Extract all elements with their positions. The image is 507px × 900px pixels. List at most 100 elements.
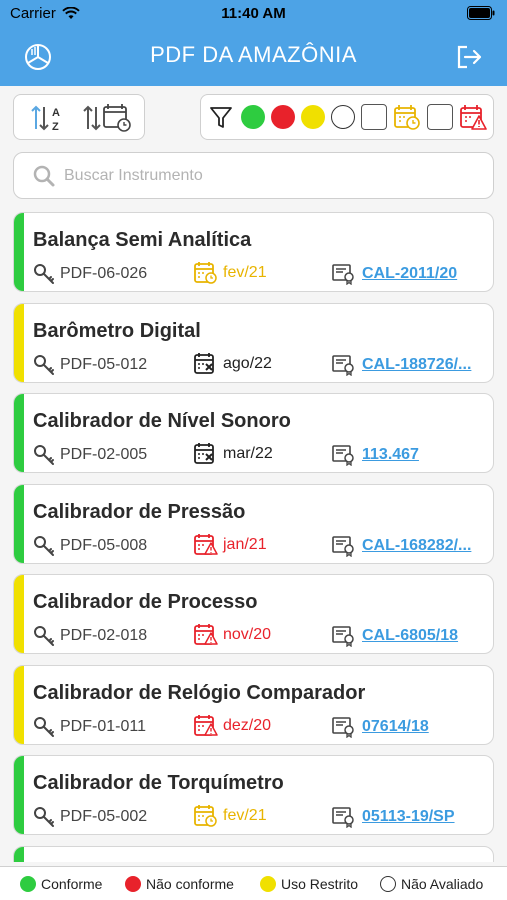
calendar-alert-icon[interactable] <box>459 103 487 131</box>
filter-empty-square-2[interactable] <box>427 104 453 130</box>
certificate-label[interactable]: 113.467 <box>362 446 419 464</box>
certificate-label[interactable]: CAL-2011/20 <box>362 265 457 283</box>
date-label: jan/21 <box>223 535 267 553</box>
code-label: PDF-06-026 <box>60 265 148 282</box>
legend-label: Uso Restrito <box>281 876 359 892</box>
filter-yellow-dot[interactable] <box>301 105 325 129</box>
code-label: PDF-05-012 <box>60 355 148 373</box>
key-icon <box>33 806 55 828</box>
instrument-card[interactable]: Calibrador de Nível Sonoro PDF-02-005 mar/… <box>13 393 494 473</box>
code-label: PDF-05-008 <box>60 536 148 554</box>
certificate-label[interactable]: CAL-188726/... <box>362 356 471 374</box>
legend-item-nao-conforme: Não conforme <box>125 875 234 893</box>
certificate-label[interactable]: CAL-168282/... <box>362 537 471 555</box>
legend-dot <box>125 876 141 892</box>
certificate-link[interactable]: CAL-188726/... <box>332 354 471 376</box>
filter-empty-square[interactable] <box>361 104 387 130</box>
calibration-date: nov/20 <box>194 623 271 647</box>
calendar-clock-icon[interactable] <box>393 103 421 131</box>
status-time: 11:40 AM <box>221 5 286 22</box>
instrument-code: PDF-02-005 <box>33 444 147 466</box>
date-label: fev/21 <box>223 807 267 824</box>
instrument-card[interactable]: Calibrador de Relógio Comparador PDF-01-0… <box>13 664 494 745</box>
search-icon <box>33 165 55 187</box>
certificate-link[interactable]: CAL-6805/18 <box>332 625 458 647</box>
key-icon <box>33 716 55 738</box>
legend-item-nao-avaliado: Não Avaliado <box>380 875 483 893</box>
search-input[interactable] <box>64 161 474 191</box>
key-icon <box>33 535 55 557</box>
certificate-icon <box>332 625 356 647</box>
instrument-name: Calibrador de Torquímetro <box>33 772 284 794</box>
calendar-icon <box>194 533 218 557</box>
instrument-card[interactable]: Calibrador de Pressão PDF-05-008 jan/21 CAL… <box>13 483 494 564</box>
certificate-icon <box>332 263 356 285</box>
instrument-card[interactable]: Barômetro Digital PDF-05-012 ago/22 CAL-188… <box>13 302 494 383</box>
instrument-list: Balança Semi Analítica PDF-06-026 fev/21 CA… <box>13 212 494 862</box>
calibration-date: jan/21 <box>194 533 267 557</box>
status-legend: Conforme Não conforme Uso Restrito Não A… <box>0 866 507 900</box>
calibration-date: fev/21 <box>194 804 267 828</box>
key-icon <box>33 625 55 647</box>
instrument-card[interactable]: Calibrador de Torquímetro PDF-05-002 fev/2… <box>13 755 494 835</box>
instrument-name: Calibrador de Processo <box>33 591 258 613</box>
status-stripe <box>14 394 24 472</box>
legend-dot <box>380 876 396 892</box>
calendar-icon <box>194 804 218 828</box>
key-icon <box>33 263 55 285</box>
status-stripe <box>14 575 24 653</box>
svg-text:Z: Z <box>52 121 59 133</box>
instrument-code: PDF-05-008 <box>33 535 147 557</box>
certificate-label[interactable]: 07614/18 <box>362 718 429 736</box>
certificate-link[interactable]: CAL-2011/20 <box>332 263 457 285</box>
certificate-link[interactable]: 113.467 <box>332 444 419 466</box>
battery-icon <box>467 6 495 20</box>
calendar-icon <box>194 714 218 738</box>
certificate-icon <box>332 354 356 376</box>
sort-date-icon[interactable] <box>82 101 138 133</box>
status-stripe <box>14 756 24 834</box>
status-stripe <box>14 303 24 382</box>
calendar-icon <box>194 261 218 285</box>
instrument-name: Balança Semi Analítica <box>33 229 252 251</box>
status-stripe <box>14 213 24 291</box>
calendar-icon <box>194 442 218 466</box>
instrument-name: Barômetro Digital <box>33 319 201 342</box>
certificate-link[interactable]: 05113-19/SP <box>332 806 455 828</box>
instrument-name: Calibrador de Pressão <box>33 500 246 523</box>
instrument-card-partial[interactable] <box>13 845 494 862</box>
status-stripe <box>14 484 24 563</box>
instrument-card[interactable]: Balança Semi Analítica PDF-06-026 fev/21 CA… <box>13 212 494 292</box>
legend-dot <box>260 876 276 892</box>
date-label: mar/22 <box>223 445 273 462</box>
certificate-link[interactable]: CAL-168282/... <box>332 535 471 557</box>
legend-item-uso-restrito: Uso Restrito <box>260 875 358 893</box>
certificate-icon <box>332 444 356 466</box>
certificate-link[interactable]: 07614/18 <box>332 716 429 738</box>
certificate-label[interactable]: 05113-19/SP <box>362 808 455 826</box>
filter-white-dot[interactable] <box>331 105 355 129</box>
status-stripe <box>14 665 24 744</box>
legend-label: Não Avaliado <box>401 876 484 892</box>
legend-label: Não conforme <box>146 876 234 892</box>
funnel-icon[interactable] <box>207 103 235 131</box>
filter-green-dot[interactable] <box>241 105 265 129</box>
legend-dot <box>20 876 36 892</box>
key-icon <box>33 354 55 376</box>
instrument-code: PDF-01-011 <box>33 716 146 738</box>
toolbar: A Z <box>0 86 507 146</box>
calibration-date: mar/22 <box>194 442 273 466</box>
filter-red-dot[interactable] <box>271 105 295 129</box>
filter-group <box>200 94 494 140</box>
certificate-label[interactable]: CAL-6805/18 <box>362 627 458 645</box>
instrument-name: Calibrador de Nível Sonoro <box>33 410 291 432</box>
sort-alpha-icon[interactable]: A Z <box>30 103 70 133</box>
instrument-card[interactable]: Calibrador de Processo PDF-02-018 nov/20 CA… <box>13 574 494 654</box>
instrument-name: Calibrador de Relógio Comparador <box>33 681 366 704</box>
instrument-code: PDF-06-026 <box>33 263 147 285</box>
date-label: ago/22 <box>223 354 272 372</box>
certificate-icon <box>332 535 356 557</box>
calibration-date: dez/20 <box>194 714 271 738</box>
logout-icon[interactable] <box>453 41 485 73</box>
date-label: dez/20 <box>223 716 272 734</box>
